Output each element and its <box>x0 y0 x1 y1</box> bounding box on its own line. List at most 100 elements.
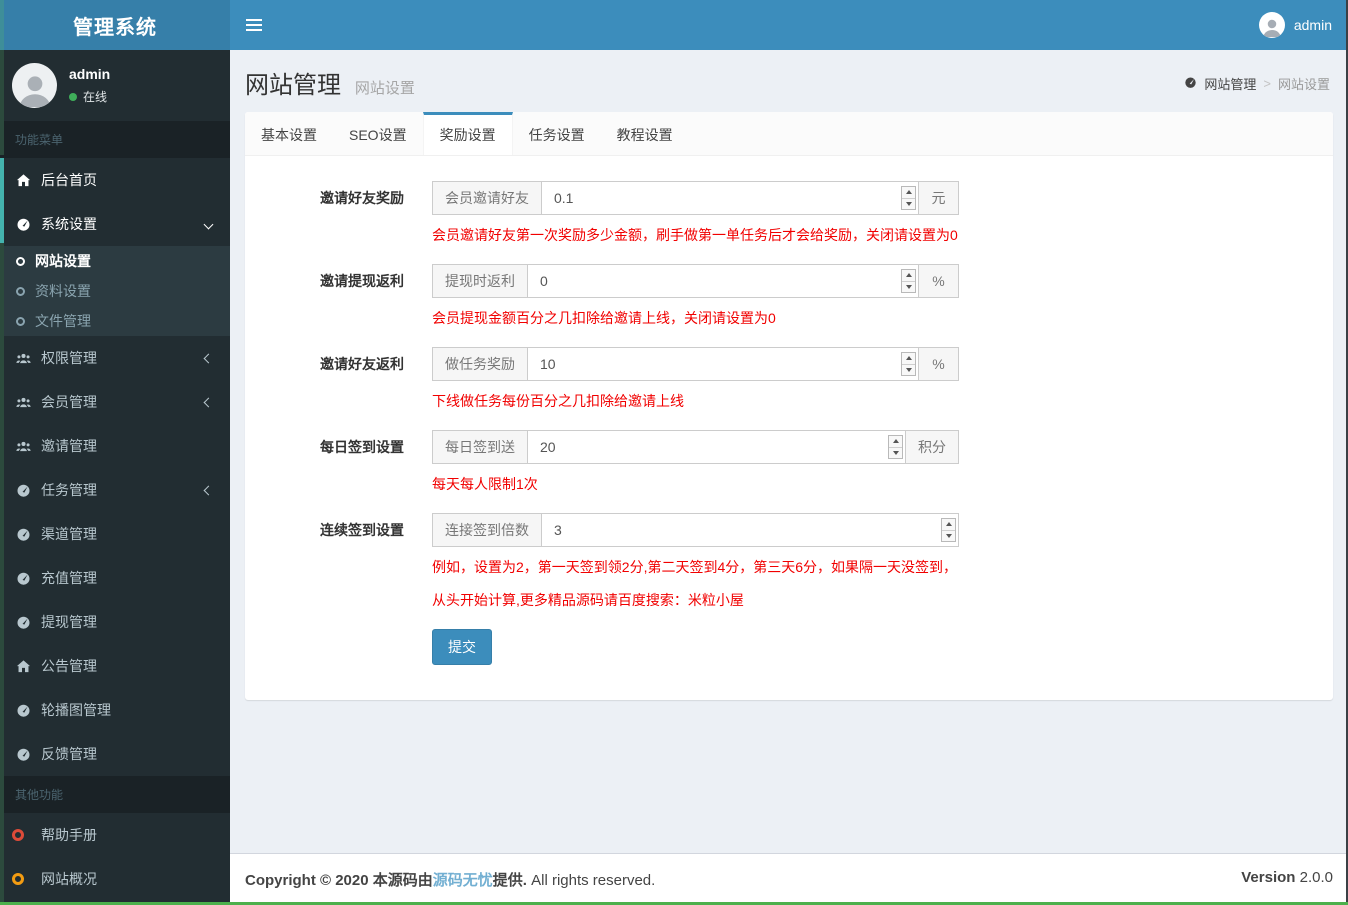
form-label: 邀请好友奖励 <box>320 190 404 206</box>
app-logo[interactable]: 管理系统 <box>0 0 230 50</box>
sidebar-item-label: 提现管理 <box>41 614 97 630</box>
number-input[interactable]: 0 <box>527 264 919 298</box>
topbar: 管理系统 admin <box>0 0 1348 50</box>
copyright: Copyright © 2020 本源码由源码无忧提供. All rights … <box>245 869 655 890</box>
sidebar-item[interactable]: 任务管理 <box>0 468 230 512</box>
input-value: 20 <box>540 439 556 455</box>
sidebar-item[interactable]: 提现管理 <box>0 600 230 644</box>
spinner-stepper[interactable] <box>901 269 916 293</box>
gauge-icon <box>15 527 32 542</box>
sidebar-subitem-label: 文件管理 <box>35 313 91 329</box>
spinner-down-icon[interactable] <box>889 448 902 459</box>
form-row: 邀请好友奖励 会员邀请好友 0.1 元会员邀请好友第一次奖励多少金额，刷手做第一单任务… <box>260 181 1318 248</box>
user-menu[interactable]: admin <box>1243 0 1348 50</box>
sidebar-item[interactable]: 网站概况 <box>0 857 230 901</box>
help-text: 每天每人限制1次 <box>432 476 538 492</box>
footer-link[interactable]: 源码无忧 <box>433 872 493 889</box>
sidebar-item-label: 网站概况 <box>41 871 97 887</box>
sidebar-section-label: 功能菜单 <box>0 121 230 158</box>
form-field-group: 做任务奖励 10% 下线做任务每份百分之几扣除给邀请上线 <box>432 347 959 414</box>
number-input[interactable]: 10 <box>527 347 919 381</box>
spinner-down-icon[interactable] <box>902 365 915 376</box>
avatar <box>12 63 57 108</box>
breadcrumb-separator: > <box>1263 76 1271 91</box>
spinner-down-icon[interactable] <box>942 531 955 542</box>
sidebar-item[interactable]: 反馈管理 <box>0 732 230 776</box>
tab-bar: 基本设置 SEO设置 奖励设置 任务设置 教程设置 <box>245 112 1333 156</box>
users-icon <box>15 351 32 366</box>
sidebar-item-label: 系统设置 <box>41 216 97 232</box>
page-subtitle: 网站设置 <box>354 80 415 97</box>
number-input[interactable]: 20 <box>527 430 906 464</box>
submit-button[interactable]: 提交 <box>432 629 492 665</box>
spinner-up-icon[interactable] <box>902 353 915 365</box>
chevron-left-icon <box>203 485 214 495</box>
version-label: Version <box>1241 869 1296 886</box>
sidebar-item[interactable]: 充值管理 <box>0 556 230 600</box>
chevron-left-icon <box>203 397 214 407</box>
form-field-group: 提现时返利 0% 会员提现金额百分之几扣除给邀请上线，关闭请设置为0 <box>432 264 959 331</box>
input-prefix-addon: 做任务奖励 <box>432 347 527 381</box>
form-row: 邀请好友返利 做任务奖励 10% 下线做任务每份百分之几扣除给邀请上线 <box>260 347 1318 414</box>
gauge-icon <box>15 217 32 232</box>
sidebar: admin 在线 功能菜单 后台首页 系统设置 网站设置 资料设置 文件管理 权限管理 会员管… <box>0 50 230 905</box>
form-row: 连续签到设置 连接签到倍数 3 例如，设置为2，第一天签到领2分,第二天签到4分，第三… <box>260 513 1318 613</box>
number-input[interactable]: 3 <box>541 513 959 547</box>
spinner-up-icon[interactable] <box>889 436 902 448</box>
sidebar-toggle-button[interactable] <box>230 0 278 50</box>
spinner-stepper[interactable] <box>941 518 956 542</box>
tab-item[interactable]: SEO设置 <box>333 112 423 155</box>
sidebar-item[interactable]: 邀请管理 <box>0 424 230 468</box>
sidebar-item[interactable]: 渠道管理 <box>0 512 230 556</box>
tab-item[interactable]: 任务设置 <box>513 112 601 155</box>
gauge-icon <box>15 747 32 762</box>
spinner-up-icon[interactable] <box>902 187 915 199</box>
sidebar-item-label: 邀请管理 <box>41 438 97 454</box>
unit-addon: 积分 <box>906 430 959 464</box>
spinner-up-icon[interactable] <box>902 270 915 282</box>
sidebar-subitem[interactable]: 文件管理 <box>0 306 230 336</box>
input-group: 会员邀请好友 0.1 元 <box>432 181 959 215</box>
input-prefix-addon: 提现时返利 <box>432 264 527 298</box>
copyright-suffix: 提供. <box>492 872 527 889</box>
form-field-group: 连接签到倍数 3 例如，设置为2，第一天签到领2分,第二天签到4分，第三天6分，如果… <box>432 513 959 613</box>
sidebar-item[interactable]: 后台首页 <box>0 158 230 202</box>
number-input[interactable]: 0.1 <box>541 181 919 215</box>
tab-active[interactable]: 奖励设置 <box>422 112 513 155</box>
version: Version 2.0.0 <box>1241 869 1333 890</box>
hamburger-icon <box>246 19 262 21</box>
navbar: admin <box>230 0 1348 50</box>
tab-content: 邀请好友奖励 会员邀请好友 0.1 元会员邀请好友第一次奖励多少金额，刷手做第一单任务… <box>245 156 1333 700</box>
tab-item[interactable]: 基本设置 <box>245 112 333 155</box>
sidebar-item[interactable]: 系统设置 <box>0 202 230 246</box>
spinner-stepper[interactable] <box>888 435 903 459</box>
spinner-down-icon[interactable] <box>902 199 915 210</box>
input-value: 0 <box>540 273 548 289</box>
breadcrumb-link[interactable]: 网站管理 <box>1204 74 1256 93</box>
avatar <box>1258 12 1285 38</box>
form-label: 邀请好友返利 <box>320 356 404 372</box>
sidebar-item[interactable]: 会员管理 <box>0 380 230 424</box>
gauge-icon <box>15 615 32 630</box>
input-value: 0.1 <box>554 190 574 206</box>
sidebar-subitem[interactable]: 资料设置 <box>0 276 230 306</box>
input-group: 做任务奖励 10% <box>432 347 959 381</box>
spinner-down-icon[interactable] <box>902 282 915 293</box>
spinner-stepper[interactable] <box>901 186 916 210</box>
form-row: 邀请提现返利 提现时返利 0% 会员提现金额百分之几扣除给邀请上线，关闭请设置为0 <box>260 264 1318 331</box>
sidebar-item[interactable]: 公告管理 <box>0 644 230 688</box>
rights-text: All rights reserved. <box>526 872 656 889</box>
sidebar-item[interactable]: 权限管理 <box>0 336 230 380</box>
spinner-stepper[interactable] <box>901 352 916 376</box>
tab-item[interactable]: 教程设置 <box>601 112 689 155</box>
sidebar-item[interactable]: 轮播图管理 <box>0 688 230 732</box>
circle-red-icon <box>11 829 32 841</box>
sidebar-item[interactable]: 帮助手册 <box>0 813 230 857</box>
spinner-up-icon[interactable] <box>942 519 955 531</box>
sidebar-subitem[interactable]: 网站设置 <box>0 246 230 276</box>
form-label: 连续签到设置 <box>320 522 404 538</box>
sidebar-item-label: 任务管理 <box>41 482 97 498</box>
input-group: 每日签到送 20 积分 <box>432 430 959 464</box>
help-text: 例如，设置为2，第一天签到领2分,第二天签到4分，第三天6分，如果隔一天没签到， <box>432 559 958 575</box>
footer: Copyright © 2020 本源码由源码无忧提供. All rights … <box>230 853 1348 905</box>
